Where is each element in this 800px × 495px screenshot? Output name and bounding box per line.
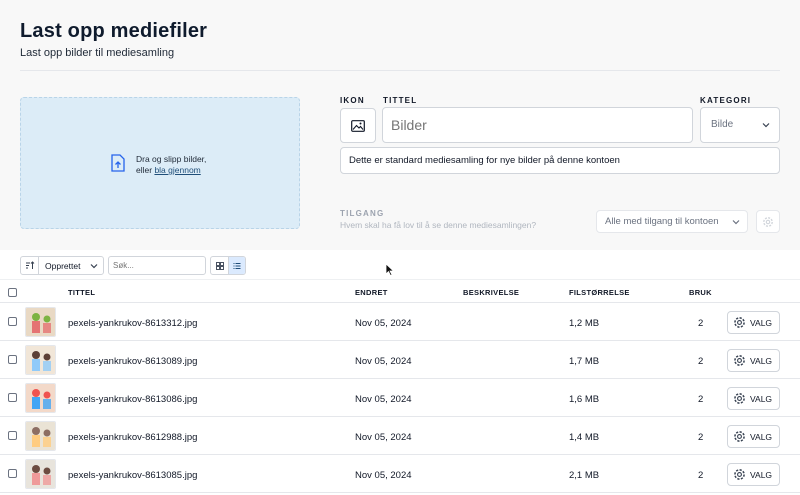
usage-count: 2 [698, 394, 704, 405]
dropzone-line-1: Dra og slipp bilder, [136, 154, 207, 164]
access-value: Alle med tilgang til kontoen [605, 216, 719, 227]
title-label: TITTEL [383, 96, 418, 105]
file-size: 1,2 MB [569, 318, 600, 329]
gear-icon [734, 469, 745, 480]
changed-date: Nov 05, 2024 [355, 356, 412, 367]
sort-label: Opprettet [45, 260, 81, 271]
header-changed[interactable]: ENDRET [355, 288, 388, 297]
chevron-down-icon [762, 123, 770, 128]
access-label: TILGANG [340, 209, 385, 218]
browse-link[interactable]: bla gjennom [154, 165, 200, 175]
options-label: VALG [750, 355, 773, 366]
table-row[interactable]: pexels-yankrukov-8613085.jpg Nov 05, 2024… [0, 455, 800, 493]
file-size: 1,4 MB [569, 432, 600, 443]
icon-picker-button[interactable] [340, 108, 376, 143]
options-label: VALG [750, 469, 773, 480]
upload-panel: Last opp mediefiler Last opp bilder til … [0, 0, 800, 250]
changed-date: Nov 05, 2024 [355, 318, 412, 329]
file-size: 1,6 MB [569, 394, 600, 405]
file-size: 1,7 MB [569, 356, 600, 367]
row-checkbox[interactable] [8, 355, 17, 364]
view-toggle [210, 256, 246, 275]
description-input[interactable]: Dette er standard mediesamling for nye b… [340, 147, 780, 174]
options-button[interactable]: VALG [727, 425, 780, 448]
grid-icon [215, 261, 224, 270]
options-label: VALG [750, 393, 773, 404]
usage-count: 2 [698, 356, 704, 367]
category-value: Bilde [711, 119, 734, 130]
list-toolbar: Opprettet [0, 250, 800, 280]
page-title: Last opp mediefiler [20, 20, 208, 42]
mouse-cursor-icon [385, 263, 395, 276]
upload-file-icon [111, 154, 125, 172]
dropzone-line-2-prefix: eller [136, 165, 155, 175]
gear-icon [734, 355, 745, 366]
select-all-checkbox[interactable] [8, 288, 17, 297]
category-label: KATEGORI [700, 96, 752, 105]
media-table: TITTEL ENDRET BESKRIVELSE FILSTØRRELSE B… [0, 281, 800, 493]
file-name[interactable]: pexels-yankrukov-8613312.jpg [68, 318, 197, 329]
options-button[interactable]: VALG [727, 311, 780, 334]
image-icon [351, 119, 365, 132]
table-row[interactable]: pexels-yankrukov-8612988.jpg Nov 05, 2024… [0, 417, 800, 455]
page-subtitle: Last opp bilder til mediesamling [20, 47, 175, 59]
icon-label: IKON [340, 96, 365, 105]
sort-icon [25, 261, 34, 269]
options-button[interactable]: VALG [727, 463, 780, 486]
changed-date: Nov 05, 2024 [355, 470, 412, 481]
usage-count: 2 [698, 470, 704, 481]
changed-date: Nov 05, 2024 [355, 432, 412, 443]
gear-icon [734, 393, 745, 404]
header-divider [20, 70, 780, 71]
table-body: pexels-yankrukov-8613312.jpg Nov 05, 2024… [0, 303, 800, 493]
row-checkbox[interactable] [8, 431, 17, 440]
access-help-text: Hvem skal ha få lov til å se denne medie… [340, 220, 537, 230]
category-select[interactable]: Bilde [700, 107, 780, 143]
row-checkbox[interactable] [8, 469, 17, 478]
file-name[interactable]: pexels-yankrukov-8613089.jpg [68, 356, 197, 367]
options-label: VALG [750, 317, 773, 328]
gear-icon [734, 317, 745, 328]
title-input[interactable] [382, 107, 693, 143]
header-description[interactable]: BESKRIVELSE [463, 288, 519, 297]
row-checkbox[interactable] [8, 317, 17, 326]
options-button[interactable]: VALG [727, 349, 780, 372]
sort-select[interactable]: Opprettet [20, 256, 104, 275]
list-icon [233, 262, 241, 269]
changed-date: Nov 05, 2024 [355, 394, 412, 405]
dropzone-text: Dra og slipp bilder, eller bla gjennom [136, 154, 206, 176]
list-view-button[interactable] [228, 257, 245, 274]
header-usage[interactable]: BRUK [689, 288, 712, 297]
table-header: TITTEL ENDRET BESKRIVELSE FILSTØRRELSE B… [0, 281, 800, 303]
usage-count: 2 [698, 318, 704, 329]
row-checkbox[interactable] [8, 393, 17, 402]
options-button[interactable]: VALG [727, 387, 780, 410]
table-row[interactable]: pexels-yankrukov-8613089.jpg Nov 05, 2024… [0, 341, 800, 379]
gear-icon [734, 431, 745, 442]
image-thumbnail[interactable] [25, 459, 56, 489]
options-label: VALG [750, 431, 773, 442]
file-name[interactable]: pexels-yankrukov-8613085.jpg [68, 470, 197, 481]
sort-direction-button[interactable] [21, 257, 39, 274]
access-settings-button[interactable] [756, 210, 780, 233]
access-select[interactable]: Alle med tilgang til kontoen [596, 210, 748, 233]
upload-dropzone[interactable]: Dra og slipp bilder, eller bla gjennom [20, 97, 300, 229]
gear-icon [763, 216, 773, 227]
chevron-down-icon [90, 263, 98, 268]
image-thumbnail[interactable] [25, 421, 56, 451]
file-name[interactable]: pexels-yankrukov-8612988.jpg [68, 432, 197, 443]
table-row[interactable]: pexels-yankrukov-8613312.jpg Nov 05, 2024… [0, 303, 800, 341]
table-row[interactable]: pexels-yankrukov-8613086.jpg Nov 05, 2024… [0, 379, 800, 417]
file-name[interactable]: pexels-yankrukov-8613086.jpg [68, 394, 197, 405]
header-filesize[interactable]: FILSTØRRELSE [569, 288, 630, 297]
image-thumbnail[interactable] [25, 307, 56, 337]
grid-view-button[interactable] [211, 257, 228, 274]
search-input[interactable] [108, 256, 206, 275]
image-thumbnail[interactable] [25, 345, 56, 375]
image-thumbnail[interactable] [25, 383, 56, 413]
file-size: 2,1 MB [569, 470, 600, 481]
header-title[interactable]: TITTEL [68, 288, 95, 297]
chevron-down-icon [732, 220, 740, 225]
usage-count: 2 [698, 432, 704, 443]
